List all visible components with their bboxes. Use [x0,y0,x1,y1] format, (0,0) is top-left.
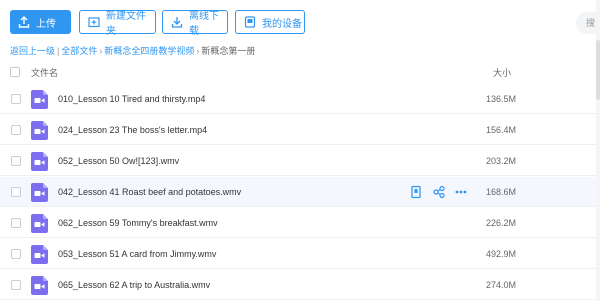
file-name[interactable]: 062_Lesson 59 Tommy's breakfast.wmv [58,218,218,228]
file-size: 203.2M [486,156,517,166]
file-name[interactable]: 053_Lesson 51 A card from Jimmy.wmv [58,249,216,259]
file-size: 492.9M [486,249,517,259]
more-icon[interactable] [454,185,468,199]
offline-download-label: 离线下载 [189,11,219,37]
breadcrumb-back-link[interactable]: 返回上一级 [10,46,55,56]
row-checkbox[interactable] [11,94,21,104]
download-icon [171,17,183,28]
column-header-size[interactable]: 大小 [493,66,511,79]
video-file-icon [31,276,48,295]
file-row[interactable]: 010_Lesson 10 Tired and thirsty.mp4 136.5… [0,84,600,114]
file-name[interactable]: 024_Lesson 23 The boss's letter.mp4 [58,125,207,135]
file-name[interactable]: 052_Lesson 50 Ow![123].wmv [58,156,179,166]
file-size: 156.4M [486,125,517,135]
row-checkbox[interactable] [11,156,21,166]
video-file-icon [31,121,48,140]
file-row[interactable]: 024_Lesson 23 The boss's letter.mp4 156.4… [0,115,600,145]
my-devices-label: 我的设备 [262,18,302,30]
video-file-icon [31,245,48,264]
row-checkbox[interactable] [11,249,21,259]
file-row[interactable]: 065_Lesson 62 A trip to Australia.wmv 274… [0,270,600,300]
row-checkbox[interactable] [11,125,21,135]
offline-download-button[interactable]: 离线下载 [162,10,228,37]
toolbar: 上传 新建文件夹 离线下载 我的设备 搜 [0,0,600,42]
file-size: 136.5M [486,94,517,104]
row-checkbox[interactable] [11,187,21,197]
breadcrumb-all-files-link[interactable]: 全部文件 [61,46,97,56]
select-all-checkbox[interactable] [10,67,20,77]
file-name[interactable]: 042_Lesson 41 Roast beef and potatoes.wm… [58,187,241,197]
row-checkbox[interactable] [11,280,21,290]
column-header-name[interactable]: 文件名 [31,66,58,79]
new-folder-icon [88,17,100,28]
file-size: 168.6M [486,187,517,197]
file-row[interactable]: 062_Lesson 59 Tommy's breakfast.wmv 226.2… [0,208,600,238]
file-row[interactable]: 052_Lesson 50 Ow![123].wmv 203.2M [0,146,600,176]
share-link-icon[interactable] [409,185,423,199]
file-name[interactable]: 065_Lesson 62 A trip to Australia.wmv [58,280,210,290]
video-file-icon [31,183,48,202]
video-file-icon [31,152,48,171]
video-file-icon [31,214,48,233]
scrollbar[interactable] [596,0,600,301]
file-size: 274.0M [486,280,517,290]
share-icon[interactable] [432,185,446,199]
list-header: 文件名 大小 [0,62,600,82]
file-row[interactable]: 042_Lesson 41 Roast beef and potatoes.wm… [0,177,600,207]
upload-label: 上传 [36,18,56,30]
video-file-icon [31,90,48,109]
upload-icon [18,16,30,28]
upload-button[interactable]: 上传 [10,10,71,34]
scrollbar-thumb[interactable] [596,40,600,100]
my-devices-button[interactable]: 我的设备 [235,10,305,34]
row-checkbox[interactable] [11,218,21,228]
device-icon [244,16,256,28]
file-row[interactable]: 053_Lesson 51 A card from Jimmy.wmv 492.9… [0,239,600,269]
breadcrumb-parent-link[interactable]: 新概念全四册教学视频 [104,46,194,56]
file-name[interactable]: 010_Lesson 10 Tired and thirsty.mp4 [58,94,205,104]
breadcrumb-current: 新概念第一册 [201,46,256,56]
breadcrumb: 返回上一级 | 全部文件 › 新概念全四册教学视频 › 新概念第一册 [10,44,255,57]
file-size: 226.2M [486,218,517,228]
new-folder-button[interactable]: 新建文件夹 [79,10,156,37]
new-folder-label: 新建文件夹 [106,11,146,37]
